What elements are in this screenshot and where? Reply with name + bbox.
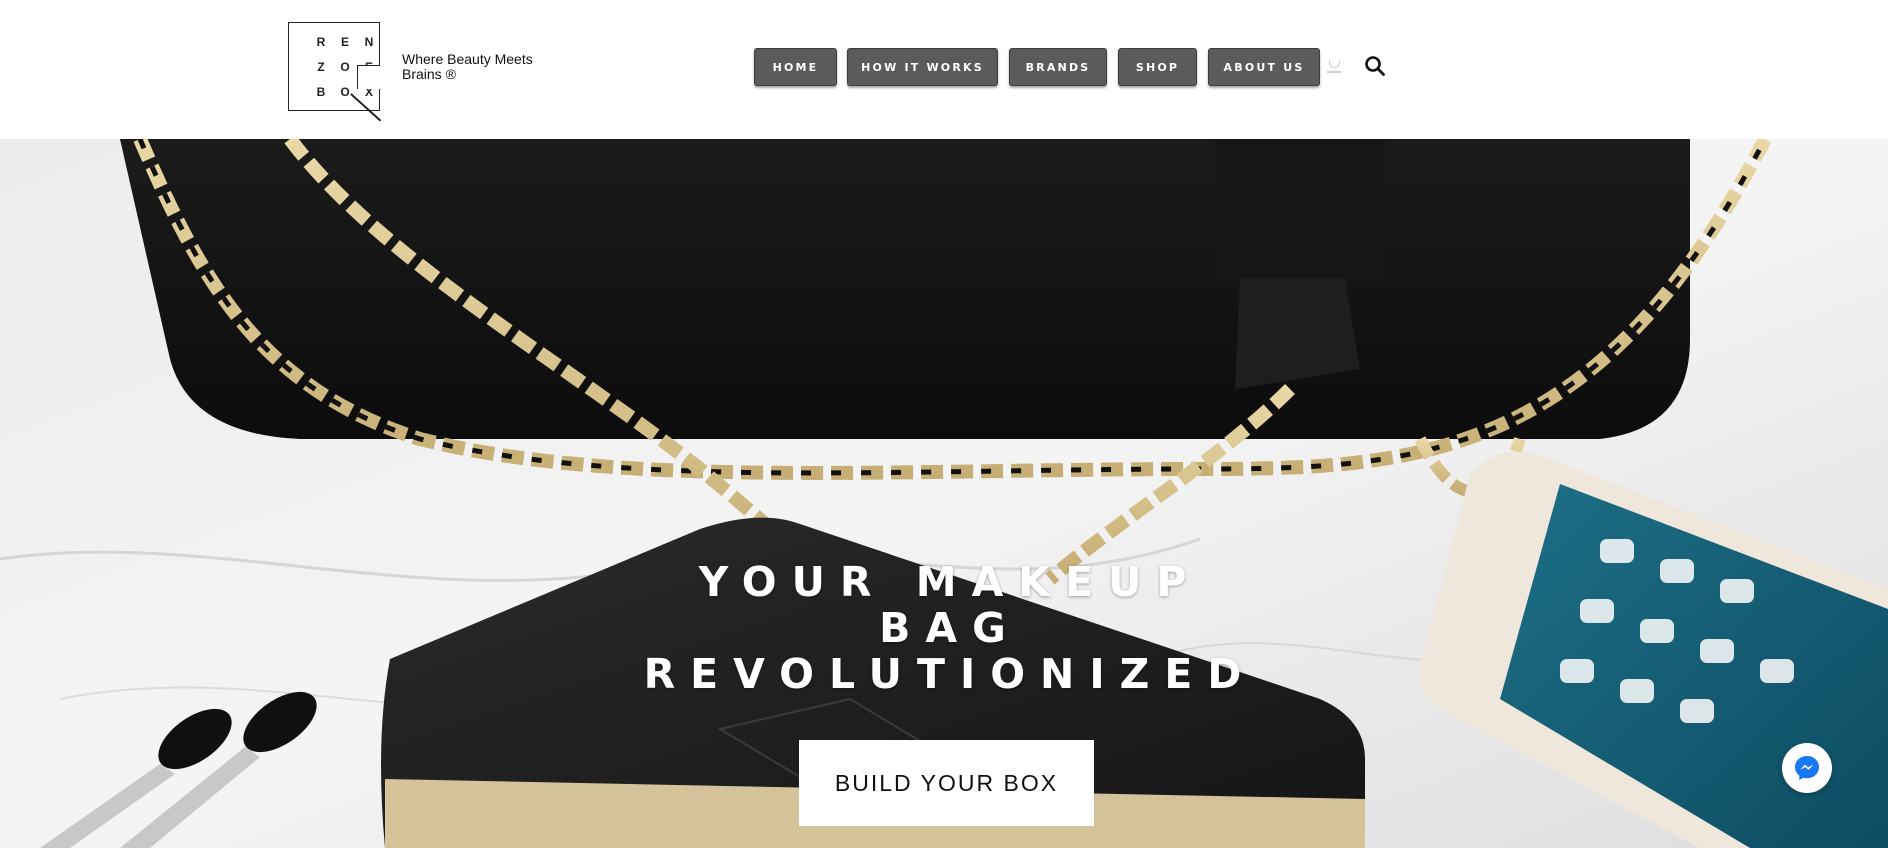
logo-letter: N bbox=[364, 35, 374, 49]
tagline-line: Where Beauty Meets bbox=[402, 51, 533, 67]
cart-icon[interactable] bbox=[1329, 60, 1340, 68]
logo-letter: R bbox=[316, 35, 326, 49]
hero-section: YOUR MAKEUP BAG REVOLUTIONIZED BUILD YOU… bbox=[0, 139, 1888, 848]
renzoe-box-logo[interactable]: R E N Z O E B O X bbox=[288, 22, 382, 122]
nav-brands-button[interactable]: BRANDS bbox=[1009, 48, 1107, 86]
site-header: R E N Z O E B O X Where Beauty Meets Bra… bbox=[0, 0, 1888, 139]
nav-home-button[interactable]: HOME bbox=[754, 48, 837, 86]
nav-about-us-button[interactable]: ABOUT US bbox=[1208, 48, 1320, 86]
nav-shop-button[interactable]: SHOP bbox=[1118, 48, 1197, 86]
search-icon[interactable] bbox=[1364, 55, 1386, 77]
logo-letter: E bbox=[340, 35, 349, 49]
hero-headline-line: YOUR MAKEUP bbox=[698, 558, 1202, 606]
hero-headline: YOUR MAKEUP BAG REVOLUTIONIZED bbox=[600, 559, 1300, 697]
logo-notch bbox=[357, 65, 380, 89]
hero-headline-line: REVOLUTIONIZED bbox=[643, 650, 1257, 698]
logo-letter: B bbox=[316, 85, 326, 99]
brand-tagline: Where Beauty Meets Brains ® bbox=[402, 52, 542, 82]
logo-letter: O bbox=[340, 60, 350, 74]
build-your-box-button[interactable]: BUILD YOUR BOX bbox=[799, 740, 1094, 826]
messenger-glyph bbox=[1795, 756, 1819, 780]
logo-letter: Z bbox=[317, 60, 325, 74]
tagline-line: Brains ® bbox=[402, 66, 456, 82]
messenger-icon[interactable] bbox=[1782, 743, 1832, 793]
nav-how-it-works-button[interactable]: HOW IT WORKS bbox=[847, 48, 998, 86]
hero-headline-line: BAG bbox=[879, 604, 1021, 652]
cart-underline bbox=[1327, 71, 1341, 73]
